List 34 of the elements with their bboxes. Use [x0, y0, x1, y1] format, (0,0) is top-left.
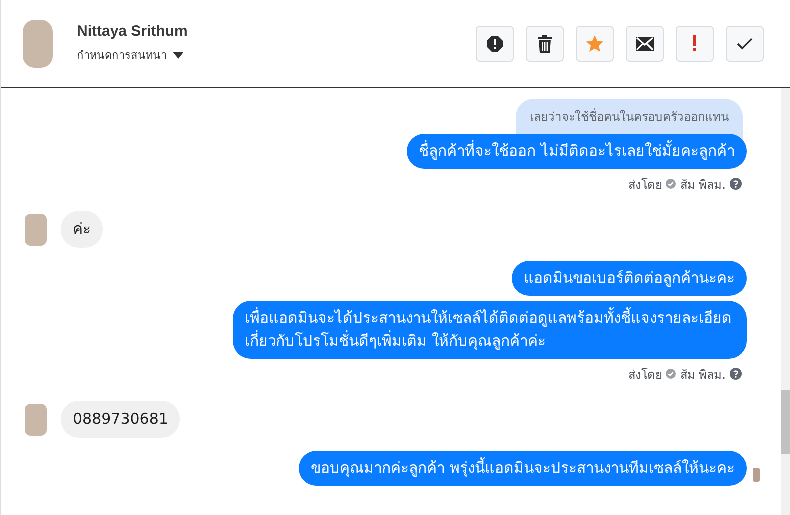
sent-message: ชื่ลูกค้าที่จะใช้ออก ไม่มีติดอะไรเลยใช่มั้ยคะลูกค้า — [407, 134, 747, 169]
check-button[interactable] — [726, 26, 764, 62]
sent-by-label: ส่งโดย — [628, 176, 662, 194]
scrollbar[interactable] — [781, 88, 790, 515]
sender-name: ส้ม พิลม. — [680, 366, 726, 384]
scrollbar-thumb[interactable] — [781, 390, 790, 454]
star-icon — [586, 34, 604, 52]
help-icon[interactable] — [730, 178, 742, 190]
contact-avatar — [23, 20, 53, 68]
check-circle-icon — [666, 369, 676, 379]
contact-avatar — [25, 214, 47, 246]
sent-message: เพื่อแอดมินจะได้ประสานงานให้เซลล์ได้ติดต่อดูแลพร้อมทั้งชี้แจงรายละเอียด เกี่ยวกับโปรโมชั่นดีๆเพิ่มเติม ให้กับคุณลูกค้าค่ะ — [233, 301, 747, 359]
help-icon[interactable] — [730, 368, 742, 380]
trash-icon — [537, 34, 553, 52]
alert-icon — [486, 34, 504, 52]
exclamation-icon — [693, 35, 697, 52]
conversation-menu[interactable]: กำหนดการสนทนา — [77, 46, 188, 64]
sent-message: แอดมินขอเบอร์ติดต่อลูกค้านะคะ — [512, 261, 747, 296]
alert-button[interactable] — [476, 26, 514, 62]
star-button[interactable] — [576, 26, 614, 62]
contact-avatar — [25, 404, 47, 436]
exclamation-button[interactable] — [676, 26, 714, 62]
sender-name: ส้ม พิลม. — [680, 176, 726, 194]
envelope-button[interactable] — [626, 26, 664, 62]
check-circle-icon — [666, 179, 676, 189]
received-message: ค่ะ — [61, 211, 103, 248]
received-message: 0889730681 — [61, 401, 180, 438]
contact-name: Nittaya Srithum — [77, 23, 188, 40]
caret-icon — [173, 52, 184, 58]
sent-by-label: ส่งโดย — [628, 366, 662, 384]
check-icon — [737, 38, 753, 50]
sent-message: ขอบคุณมากค่ะลูกค้า พรุ่งนี้แอดมินจะประสานงานทีมเซลล์ให้นะคะ — [299, 451, 747, 486]
envelope-icon — [636, 36, 654, 50]
trash-button[interactable] — [526, 26, 564, 62]
